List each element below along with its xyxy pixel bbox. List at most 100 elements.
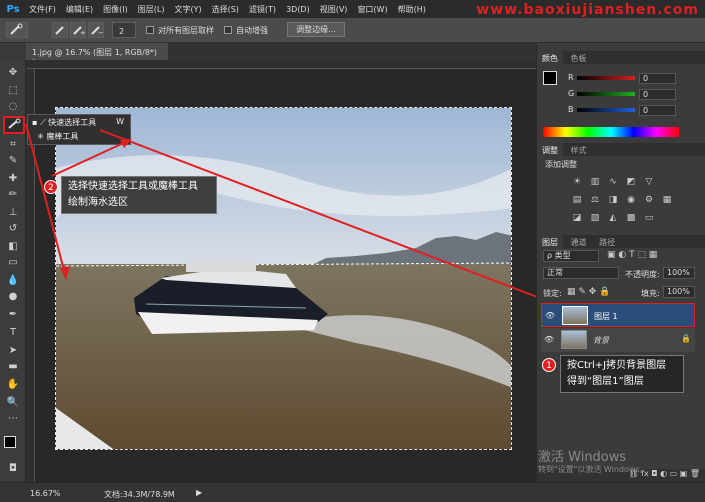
healing-brush-icon[interactable]: ✚ [5, 172, 21, 186]
status-menu-arrow-icon[interactable]: ▶ [196, 488, 202, 497]
add-to-selection-button[interactable]: + [70, 22, 86, 38]
menu-layer[interactable]: 图层(L) [138, 4, 165, 15]
red-value[interactable]: 0 [639, 73, 676, 84]
type-tool-icon[interactable]: T [5, 326, 21, 340]
menu-filter[interactable]: 滤镜(T) [249, 4, 276, 15]
more-tools-icon[interactable]: ⋯ [5, 412, 21, 426]
layer-row-layer1[interactable]: 👁 图层 1 [541, 303, 695, 327]
flyout-item-quick-selection[interactable]: ▪ ⟋ 快速选择工具 W [32, 117, 130, 131]
layer-filter-select[interactable]: ρ 类型 [543, 250, 599, 262]
menu-help[interactable]: 帮助(H) [398, 4, 426, 15]
color-panel-foreground-swatch[interactable] [543, 71, 557, 85]
threshold-icon[interactable]: ◭ [607, 213, 619, 223]
black-white-icon[interactable]: ◨ [607, 195, 619, 205]
dodge-tool-icon[interactable]: ● [5, 290, 21, 304]
new-selection-button[interactable] [52, 22, 68, 38]
invert-icon[interactable]: ◪ [571, 213, 583, 223]
menu-window[interactable]: 窗口(W) [357, 4, 387, 15]
layer-filter-icons[interactable]: ▣ ◐ T ⬚ ▦ [607, 250, 657, 260]
color-lookup-icon[interactable]: ▦ [661, 195, 673, 205]
brightness-icon[interactable]: ☀ [571, 177, 583, 187]
brush-new-icon [55, 26, 64, 35]
photo-filter-icon[interactable]: ◉ [625, 195, 637, 205]
tool-preset-picker[interactable] [6, 22, 28, 38]
tab-styles[interactable]: 样式 [566, 143, 592, 158]
color-balance-icon[interactable]: ⚖ [589, 195, 601, 205]
posterize-icon[interactable]: ▧ [589, 213, 601, 223]
path-selection-icon[interactable]: ➤ [5, 344, 21, 358]
tab-paths[interactable]: 路径 [594, 235, 620, 250]
menu-type[interactable]: 文字(Y) [174, 4, 201, 15]
hand-tool-icon[interactable]: ✋ [5, 378, 21, 392]
fill-field[interactable]: 100% [663, 286, 695, 298]
opacity-field[interactable]: 100% [663, 267, 695, 279]
visibility-eye-icon[interactable]: 👁 [545, 311, 555, 320]
channel-mixer-icon[interactable]: ⚙ [643, 195, 655, 205]
sample-all-layers-checkbox[interactable] [146, 26, 154, 34]
red-slider[interactable] [577, 76, 635, 80]
opacity-label: 不透明度: [625, 270, 660, 279]
subtract-from-selection-button[interactable]: − [88, 22, 104, 38]
menu-image[interactable]: 图像(I) [103, 4, 128, 15]
menu-view[interactable]: 视图(V) [320, 4, 348, 15]
history-brush-icon[interactable]: ↺ [5, 222, 21, 236]
lasso-tool-icon[interactable]: ◌ [5, 100, 21, 114]
blend-mode-select[interactable]: 正常 [543, 267, 619, 279]
visibility-eye-icon[interactable]: 👁 [544, 335, 554, 344]
document-image[interactable] [55, 107, 512, 450]
layer-name[interactable]: 图层 1 [594, 311, 618, 322]
layers-panel-tabs: 图层 通道 路径 [537, 235, 705, 250]
clone-stamp-icon[interactable]: ⊥ [5, 206, 21, 220]
menu-edit[interactable]: 编辑(E) [66, 4, 93, 15]
menu-select[interactable]: 选择(S) [212, 4, 239, 15]
photoshop-logo: Ps [6, 3, 20, 15]
green-channel-label: G [568, 89, 575, 98]
pen-tool-icon[interactable]: ✒ [5, 308, 21, 322]
hue-saturation-icon[interactable]: ▤ [571, 195, 583, 205]
layer-row-background[interactable]: 👁 背景 🔒 [541, 328, 695, 352]
color-spectrum-bar[interactable] [543, 127, 679, 137]
tab-channels[interactable]: 通道 [566, 235, 592, 250]
refine-edge-button[interactable]: 调整边缘... [287, 22, 345, 37]
exposure-icon[interactable]: ◩ [625, 177, 637, 187]
curves-icon[interactable]: ∿ [607, 177, 619, 187]
quick-selection-item-icon: ⟋ [39, 118, 49, 127]
layer-thumbnail [562, 306, 588, 325]
gradient-tool-icon[interactable]: ▭ [5, 256, 21, 270]
flyout-item-magic-wand[interactable]: ✳ 魔棒工具 [32, 131, 130, 145]
filter-search-icon: ρ [547, 251, 555, 260]
menu-3d[interactable]: 3D(D) [286, 5, 310, 14]
quick-mask-icon[interactable]: ◘ [5, 462, 21, 476]
blue-value[interactable]: 0 [639, 105, 676, 116]
zoom-tool-icon[interactable]: 🔍 [5, 396, 21, 410]
zoom-level[interactable]: 16.67% [30, 489, 61, 498]
auto-enhance-checkbox[interactable] [224, 26, 232, 34]
brush-tool-icon[interactable]: ✏ [5, 188, 21, 202]
red-channel-label: R [568, 73, 574, 82]
tab-swatches[interactable]: 色板 [566, 51, 592, 66]
green-value[interactable]: 0 [639, 89, 676, 100]
eraser-tool-icon[interactable]: ◧ [5, 240, 21, 254]
layer-name[interactable]: 背景 [593, 335, 609, 346]
green-slider[interactable] [577, 92, 635, 96]
tab-adjustments[interactable]: 调整 [537, 143, 563, 158]
vibrance-icon[interactable]: ▽ [643, 177, 655, 187]
quick-selection-tool-icon[interactable] [3, 116, 25, 134]
menu-file[interactable]: 文件(F) [29, 4, 56, 15]
document-tab[interactable]: 1.jpg @ 16.7% (图层 1, RGB/8*) * × [26, 43, 168, 67]
brush-size-picker[interactable]: 2 [112, 22, 136, 38]
levels-icon[interactable]: ▥ [589, 177, 601, 187]
eyedropper-tool-icon[interactable]: ✎ [5, 154, 21, 168]
tab-layers[interactable]: 图层 [537, 235, 563, 250]
selective-color-icon[interactable]: ▩ [625, 213, 637, 223]
move-tool-icon[interactable]: ✥ [5, 66, 21, 80]
tab-color[interactable]: 颜色 [537, 51, 563, 66]
blue-slider[interactable] [577, 108, 635, 112]
lock-icons[interactable]: ▦ ✎ ✥ 🔒 [567, 287, 610, 297]
crop-tool-icon[interactable]: ⌗ [5, 138, 21, 152]
shape-tool-icon[interactable]: ▬ [5, 360, 21, 374]
marquee-tool-icon[interactable]: ⬚ [5, 84, 21, 98]
gradient-map-icon[interactable]: ▭ [643, 213, 655, 223]
foreground-color-swatch[interactable] [4, 436, 16, 448]
blur-tool-icon[interactable]: 💧 [5, 274, 21, 288]
